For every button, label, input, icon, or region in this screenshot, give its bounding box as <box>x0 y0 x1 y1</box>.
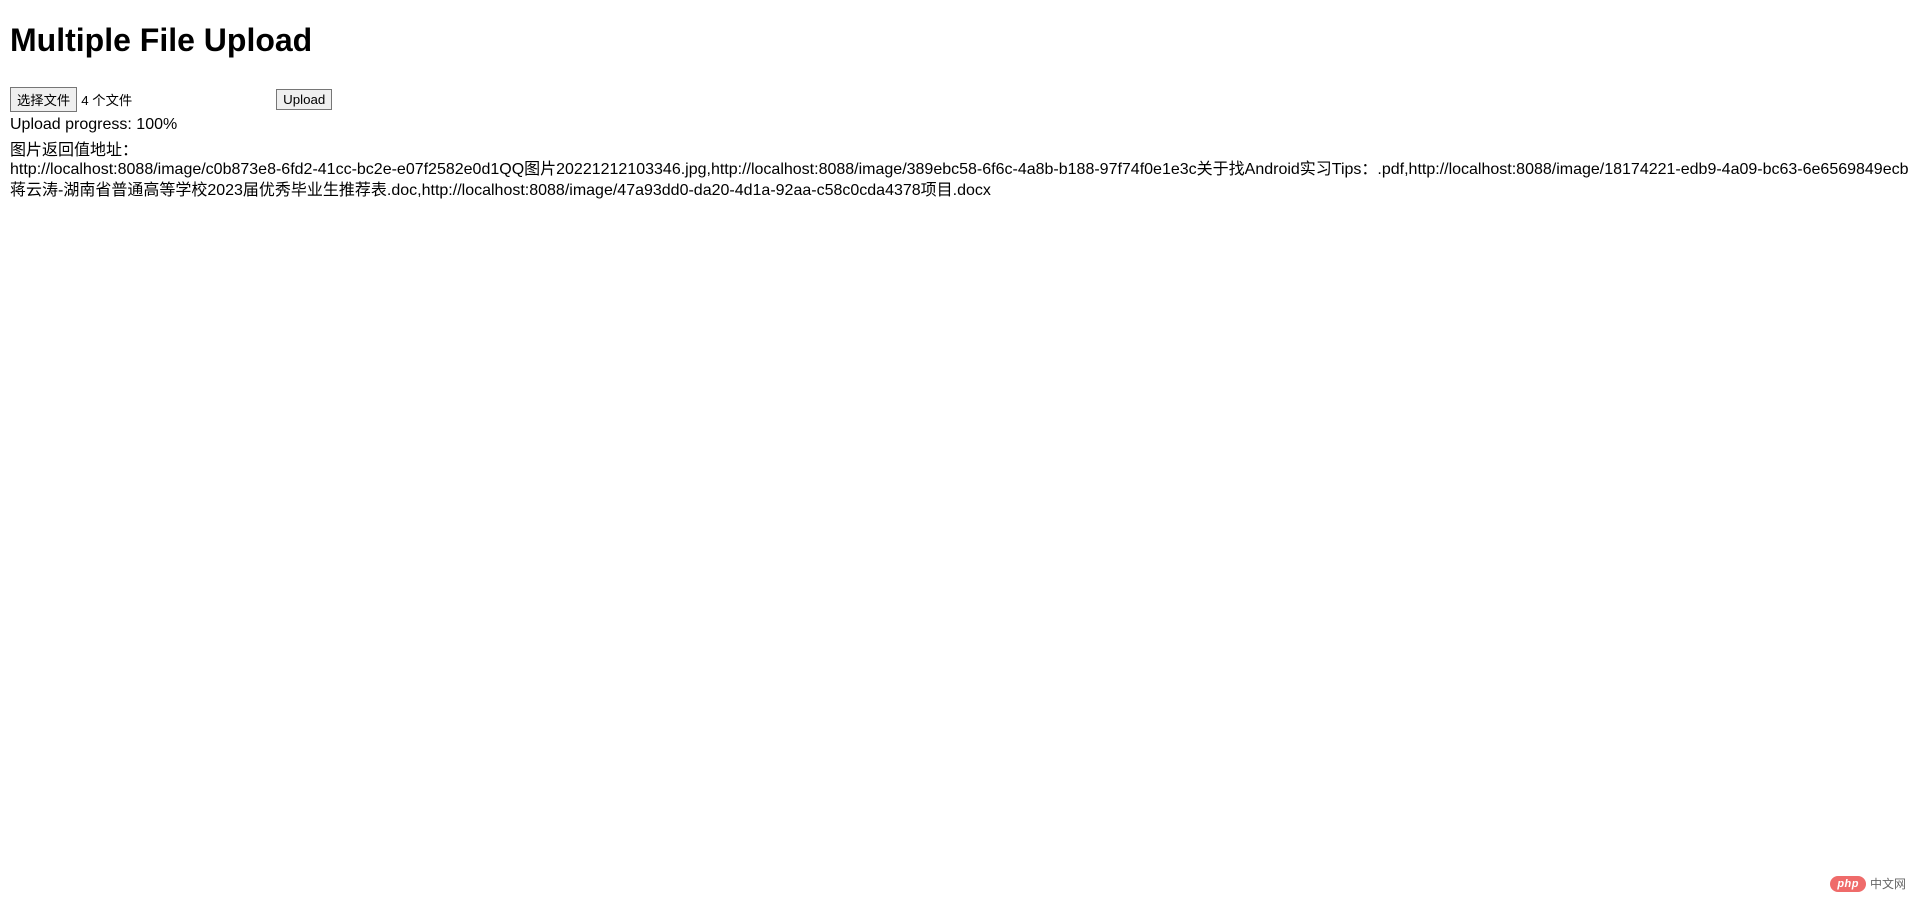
page-title: Multiple File Upload <box>10 22 1910 59</box>
upload-button[interactable]: Upload <box>276 89 332 110</box>
result-urls: http://localhost:8088/image/c0b873e8-6fd… <box>10 160 1910 202</box>
selected-file-count: 4 个文件 <box>81 90 132 109</box>
file-input-wrapper: 选择文件 4 个文件 <box>10 87 132 112</box>
upload-progress-text: Upload progress: 100% <box>10 116 1910 134</box>
result-label: 图片返回值地址： <box>10 136 1910 160</box>
upload-controls: 选择文件 4 个文件 Upload <box>10 87 1910 112</box>
choose-file-button[interactable]: 选择文件 <box>10 87 77 112</box>
watermark-badge: php <box>1830 876 1866 892</box>
watermark-text: 中文网 <box>1870 875 1906 892</box>
watermark: php 中文网 <box>1830 875 1906 892</box>
